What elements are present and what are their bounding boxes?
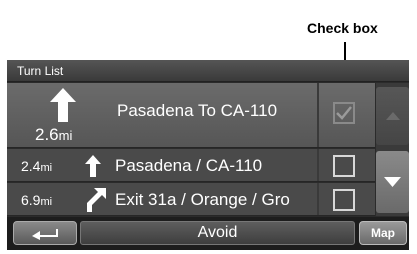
turn-distance: 2.6mi <box>35 125 73 144</box>
chevron-down-icon <box>384 177 401 187</box>
checkmark-icon <box>336 106 352 120</box>
turn-list-title: Turn List <box>17 64 64 78</box>
turn-distance: 6.9mi <box>21 192 53 208</box>
scroll-down-button[interactable] <box>376 151 409 213</box>
navigation-screen: Turn List 2.6mi Pasadena To CA-110 2.4mi… <box>7 60 409 250</box>
row-divider <box>317 149 319 181</box>
row-divider <box>317 83 319 147</box>
check-box[interactable] <box>333 189 355 211</box>
row-divider <box>317 183 319 215</box>
avoid-button[interactable]: Avoid <box>80 221 355 245</box>
straight-arrow-icon <box>50 88 76 122</box>
turn-row[interactable]: 2.4mi Pasadena / CA-110 <box>7 149 375 182</box>
bottom-toolbar: Avoid Map <box>7 217 409 250</box>
turn-row-current[interactable]: 2.6mi Pasadena To CA-110 <box>7 83 375 148</box>
turn-row[interactable]: 6.9mi Exit 31a / Orange / Gro <box>7 183 375 216</box>
check-box[interactable] <box>333 102 355 124</box>
chevron-up-icon <box>386 112 400 120</box>
map-button[interactable]: Map <box>359 221 407 245</box>
turn-distance: 2.4mi <box>21 158 53 174</box>
scroll-up-button[interactable] <box>376 87 409 145</box>
back-button[interactable] <box>13 221 77 245</box>
callout-label: Check box <box>307 20 378 36</box>
back-arrow-icon <box>32 229 58 240</box>
turn-list-header: Turn List <box>7 60 409 82</box>
turn-street-name: Pasadena To CA-110 <box>117 101 278 120</box>
turn-street-name: Exit 31a / Orange / Gro <box>115 190 290 209</box>
turn-street-name: Pasadena / CA-110 <box>115 156 263 175</box>
check-box[interactable] <box>333 155 355 177</box>
straight-arrow-icon <box>85 155 101 177</box>
bear-right-arrow-icon <box>87 188 106 212</box>
